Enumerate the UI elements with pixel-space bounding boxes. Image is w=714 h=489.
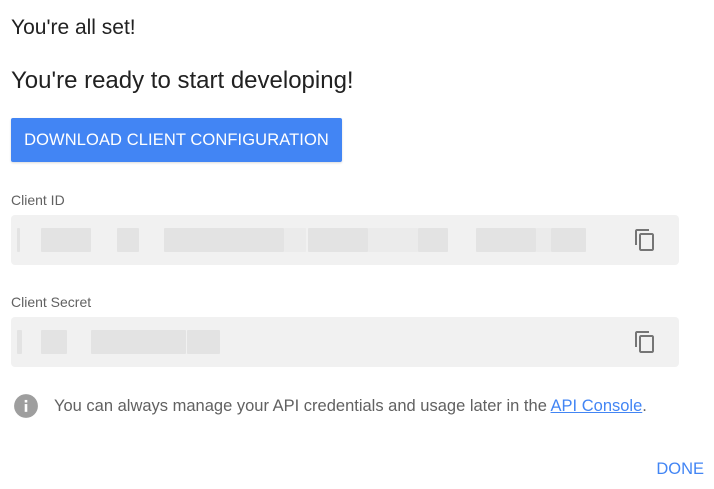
client-secret-field[interactable] xyxy=(11,317,679,367)
done-button[interactable]: DONE xyxy=(656,460,704,479)
info-icon xyxy=(14,394,38,418)
info-text-suffix: . xyxy=(642,396,647,415)
client-id-label: Client ID xyxy=(11,192,65,208)
copy-icon[interactable] xyxy=(633,330,657,354)
info-text: You can always manage your API credentia… xyxy=(54,397,647,416)
dialog-title: You're all set! xyxy=(11,16,136,39)
copy-icon[interactable] xyxy=(633,228,657,252)
info-message: You can always manage your API credentia… xyxy=(13,393,647,419)
client-id-field[interactable] xyxy=(11,215,679,265)
info-text-prefix: You can always manage your API credentia… xyxy=(54,396,551,415)
api-console-link[interactable]: API Console xyxy=(551,397,643,415)
dialog-subtitle: You're ready to start developing! xyxy=(11,67,354,94)
download-client-configuration-button[interactable]: DOWNLOAD CLIENT CONFIGURATION xyxy=(11,118,342,162)
client-secret-label: Client Secret xyxy=(11,294,92,310)
